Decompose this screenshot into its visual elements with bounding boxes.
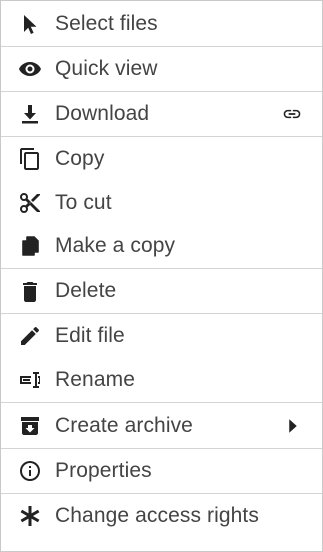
menu-item-label: Change access rights (55, 504, 259, 527)
menu-item-quick-view[interactable]: Quick view (1, 47, 322, 91)
submenu-arrow-icon (284, 417, 302, 435)
menu-item-delete[interactable]: Delete (1, 269, 322, 313)
menu-item-label: Delete (55, 279, 117, 302)
duplicate-file-icon (17, 233, 43, 259)
menu-item-properties[interactable]: Properties (1, 449, 322, 493)
menu-item-label: To cut (55, 190, 112, 214)
menu-item-label: Rename (55, 368, 135, 391)
cursor-arrow-icon (17, 11, 43, 37)
scissors-icon (17, 190, 43, 216)
menu-item-rename[interactable]: Rename (1, 358, 322, 402)
menu-item-label: Select files (55, 11, 158, 35)
menu-item-select-files[interactable]: Select files (1, 1, 322, 46)
pencil-icon (17, 323, 43, 349)
link-icon[interactable] (282, 104, 302, 124)
menu-item-label: Properties (55, 459, 152, 482)
menu-item-copy[interactable]: Copy (1, 137, 322, 181)
rename-icon (17, 367, 43, 393)
eye-icon (17, 56, 43, 82)
menu-item-label: Quick view (55, 57, 158, 80)
copy-icon (17, 146, 43, 172)
archive-icon (17, 413, 43, 439)
menu-item-label: Make a copy (55, 234, 176, 257)
menu-item-label: Copy (55, 147, 105, 170)
download-icon (17, 101, 43, 127)
menu-item-label: Download (55, 102, 150, 125)
info-icon (17, 458, 43, 484)
menu-item-change-access-rights[interactable]: Change access rights (1, 494, 322, 538)
menu-item-label: Create archive (55, 413, 193, 437)
menu-item-make-a-copy[interactable]: Make a copy (1, 224, 322, 268)
menu-item-to-cut[interactable]: To cut (1, 181, 322, 224)
menu-item-label: Edit file (55, 324, 125, 347)
trash-icon (17, 278, 43, 304)
menu-item-create-archive[interactable]: Create archive (1, 403, 322, 448)
menu-item-download[interactable]: Download (1, 92, 322, 136)
asterisk-icon (17, 503, 43, 529)
context-menu: Select files Quick view Download Copy To… (0, 0, 323, 552)
menu-item-edit-file[interactable]: Edit file (1, 314, 322, 358)
